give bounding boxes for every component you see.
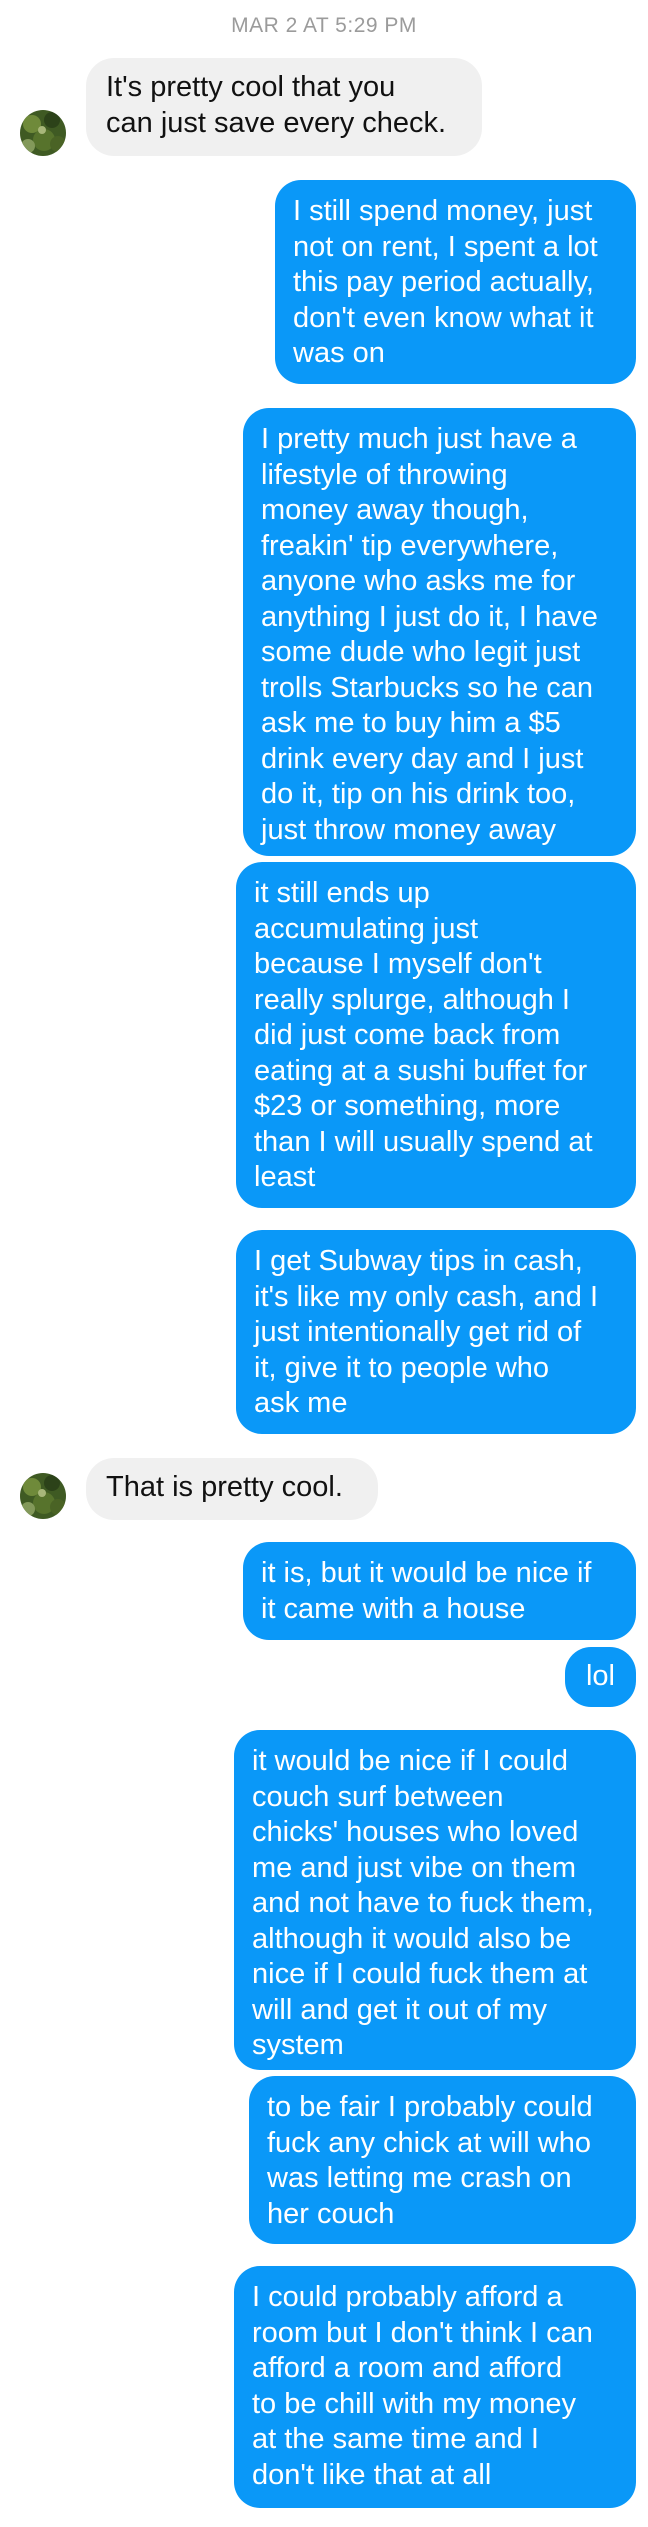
message-bubble-outgoing[interactable]: I still spend money, just not on rent, I… [275,180,636,384]
message-bubble-outgoing[interactable]: it still ends up accumulating just becau… [236,862,636,1208]
message-bubble-outgoing[interactable]: it would be nice if I could couch surf b… [234,1730,636,2070]
contact-avatar[interactable] [20,1473,66,1519]
message-bubble-outgoing[interactable]: to be fair I probably could fuck any chi… [249,2076,636,2244]
contact-avatar-photo-icon [20,110,66,156]
contact-avatar-photo-icon [20,1473,66,1519]
message-bubble-incoming[interactable]: That is pretty cool. [86,1458,378,1520]
message-bubble-outgoing[interactable]: it is, but it would be nice if it came w… [243,1542,636,1640]
timestamp: MAR 2 AT 5:29 PM [231,14,417,37]
message-bubble-outgoing[interactable]: lol [565,1647,636,1707]
message-bubble-outgoing[interactable]: I could probably afford a room but I don… [234,2266,636,2508]
contact-avatar[interactable] [20,110,66,156]
message-bubble-outgoing[interactable]: I get Subway tips in cash, it's like my … [236,1230,636,1434]
message-bubble-outgoing[interactable]: I pretty much just have a lifestyle of t… [243,408,636,856]
message-bubble-incoming[interactable]: It's pretty cool that you can just save … [86,58,482,156]
message-thread: MAR 2 AT 5:29 PM It's pretty cool that y… [0,0,648,2527]
